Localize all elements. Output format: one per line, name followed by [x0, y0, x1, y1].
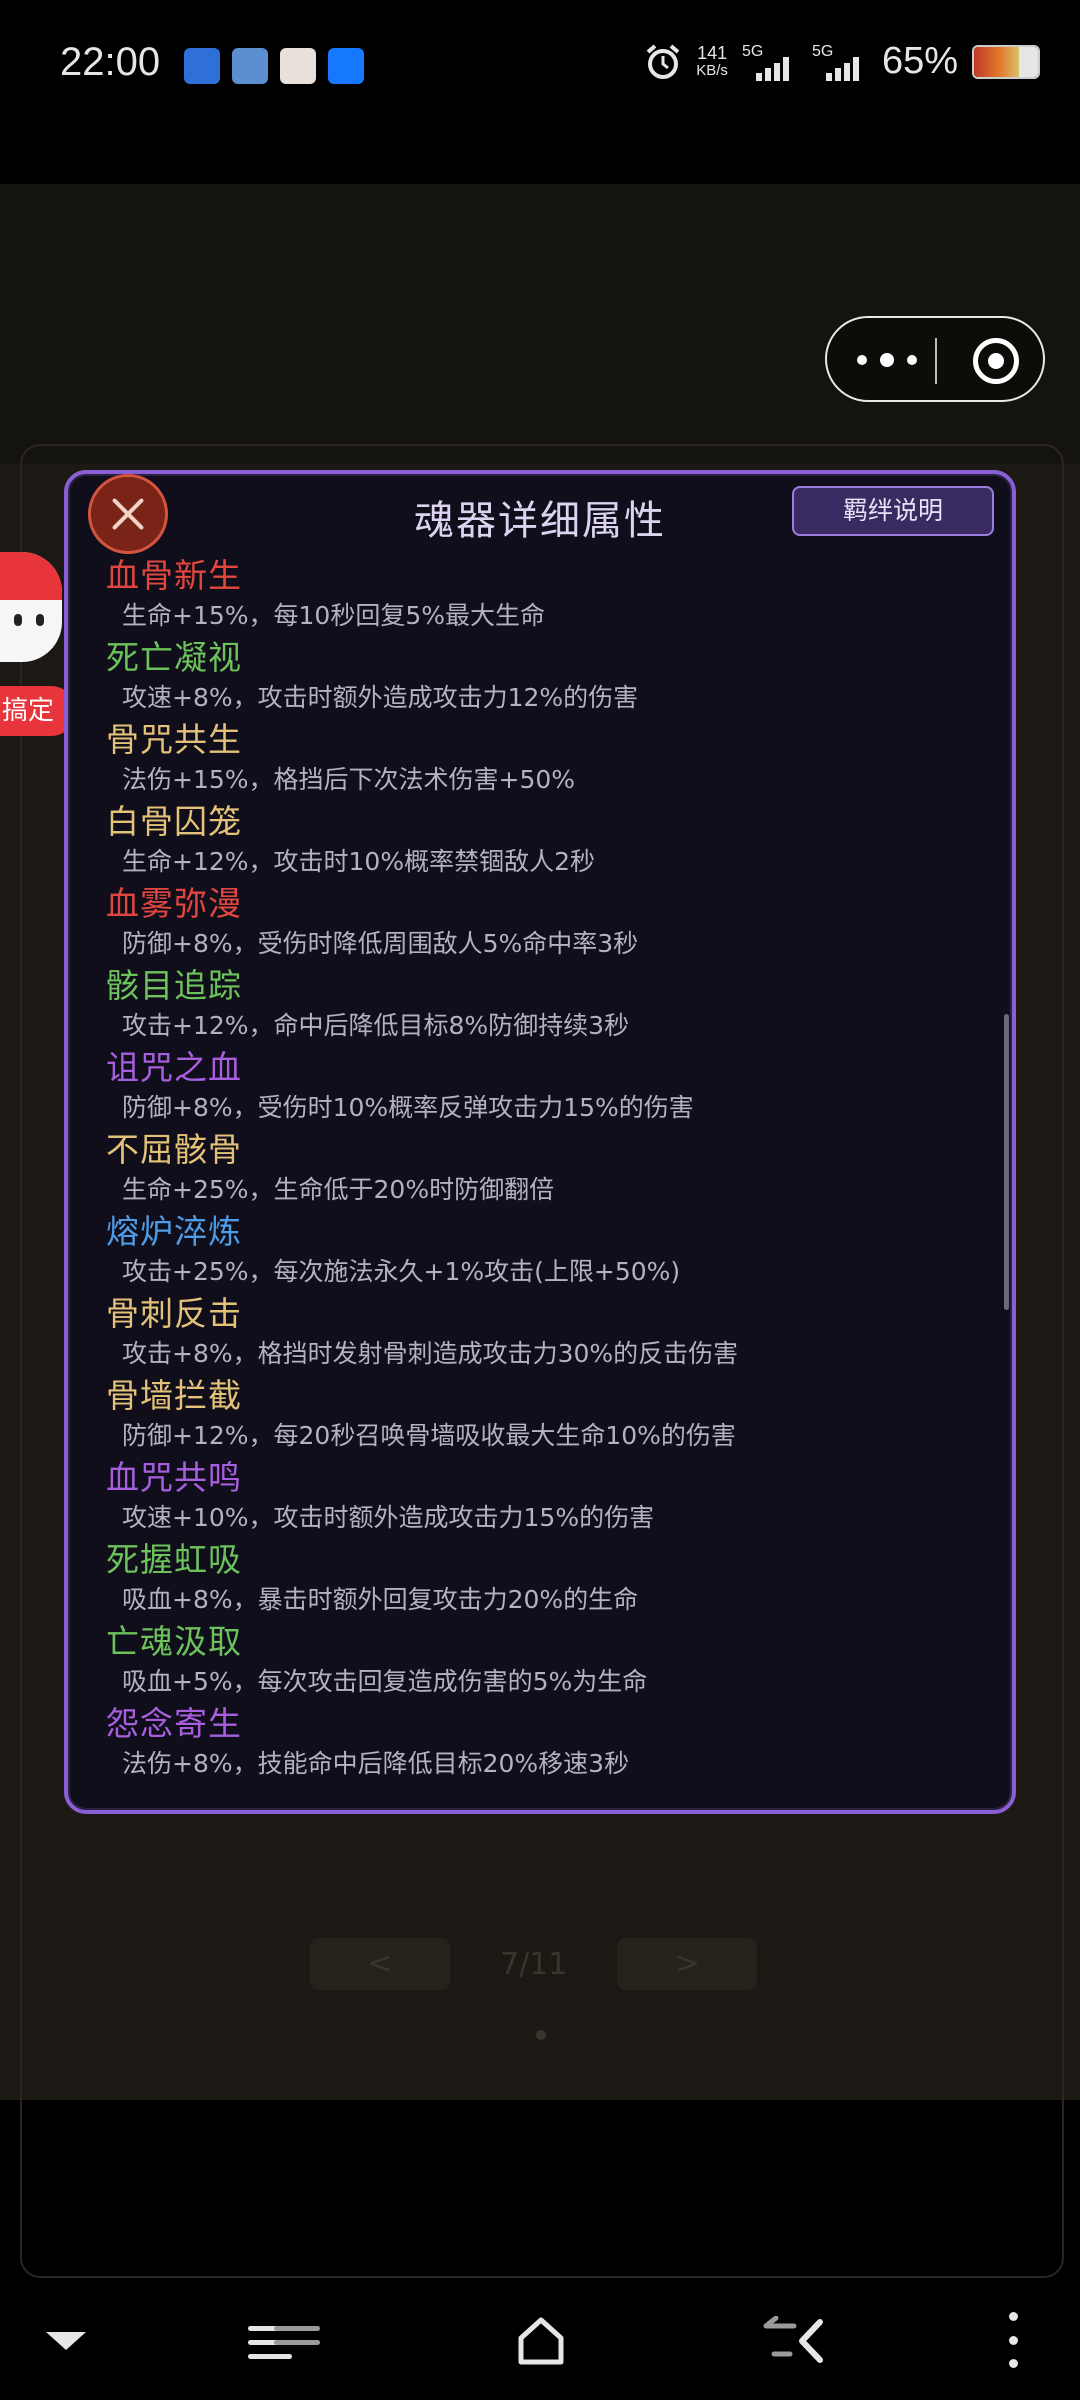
signal-sim2-icon: 5G [812, 43, 868, 81]
net-speed: 141 KB/s [696, 42, 728, 79]
alipay-icon [328, 48, 364, 84]
close-miniprogram-icon[interactable] [973, 338, 1019, 384]
attribute-item: 死亡凝视攻速+8%，攻击时额外造成攻击力12%的伤害 [106, 636, 976, 718]
home-icon[interactable] [516, 2314, 566, 2366]
attribute-item: 亡魂汲取吸血+5%，每次攻击回复造成伤害的5%为生命 [106, 1620, 976, 1702]
alarm-icon [646, 43, 680, 79]
attribute-description: 攻击+25%，每次施法永久+1%攻击(上限+50%) [122, 1257, 681, 1286]
attribute-item: 骨咒共生法伤+15%，格挡后下次法术伤害+50% [106, 718, 976, 800]
mascot-icon [0, 552, 62, 662]
soul-artifact-detail-dialog: 魂器详细属性 羁绊说明 血骨新生 生命+15%，每10秒回复5%最大生命 死亡凝视攻… [64, 470, 1016, 1814]
attribute-description: 吸血+8%，暴击时额外回复攻击力20%的生命 [122, 1585, 639, 1614]
attribute-item: 血雾弥漫防御+8%，受伤时降低周围敌人5%命中率3秒 [106, 882, 976, 964]
attribute-name: 不屈骸骨 [106, 1130, 242, 1169]
attribute-name: 熔炉淬炼 [106, 1212, 242, 1251]
attribute-item: 怨念寄生法伤+8%，技能命中后降低目标20%移速3秒 [106, 1702, 976, 1784]
next-page-button: > [617, 1938, 758, 1990]
signal-sim1-icon: 5G [742, 43, 798, 81]
attribute-description: 生命+15%，每10秒回复5%最大生命 [122, 601, 545, 630]
kebab-icon[interactable] [1008, 2312, 1018, 2368]
attribute-description: 攻速+8%，攻击时额外造成攻击力12%的伤害 [122, 683, 639, 712]
clock: 22:00 [60, 40, 161, 84]
attribute-description: 生命+12%，攻击时10%概率禁锢敌人2秒 [122, 847, 595, 876]
attribute-description: 防御+12%，每20秒召唤骨墙吸收最大生命10%的伤害 [122, 1421, 736, 1450]
attribute-item: 血骨新生生命+15%，每10秒回复5%最大生命 [106, 554, 976, 636]
more-options-icon[interactable] [857, 348, 917, 372]
attribute-description: 攻击+12%，命中后降低目标8%防御持续3秒 [122, 1011, 630, 1040]
attribute-name: 血雾弥漫 [106, 884, 242, 923]
attribute-item: 不屈骸骨生命+25%，生命低于20%时防御翻倍 [106, 1128, 976, 1210]
prev-page-button: < [310, 1938, 450, 1990]
back-icon[interactable] [760, 2316, 826, 2366]
attribute-description: 法伤+8%，技能命中后降低目标20%移速3秒 [122, 1749, 630, 1778]
attribute-name: 骨墙拦截 [106, 1376, 242, 1415]
scrollbar[interactable] [1004, 1014, 1009, 1310]
attribute-name: 白骨囚笼 [106, 802, 242, 841]
attribute-name: 死亡凝视 [106, 638, 242, 677]
notification-icons [184, 48, 364, 84]
app-icon-avatar [280, 48, 316, 84]
attribute-name: 诅咒之血 [106, 1048, 242, 1087]
bond-info-button[interactable]: 羁绊说明 [792, 486, 994, 536]
attribute-name: 血咒共鸣 [106, 1458, 242, 1497]
page-indicator: 7/11 [500, 1946, 568, 1982]
miniprogram-capsule [825, 316, 1045, 402]
attribute-description: 攻击+8%，格挡时发射骨刺造成攻击力30%的反击伤害 [122, 1339, 739, 1368]
battery-percent: 65% [881, 40, 958, 82]
attribute-item: 骨刺反击攻击+8%，格挡时发射骨刺造成攻击力30%的反击伤害 [106, 1292, 976, 1374]
attribute-item: 白骨囚笼生命+12%，攻击时10%概率禁锢敌人2秒 [106, 800, 976, 882]
status-bar: 22:00 141 KB/s 5G 5G 65% [0, 0, 1080, 130]
attribute-description: 法伤+15%，格挡后下次法术伤害+50% [122, 765, 576, 794]
attribute-description: 生命+25%，生命低于20%时防御翻倍 [122, 1175, 555, 1204]
attribute-name: 死握虹吸 [106, 1540, 242, 1579]
app-icon-blue [184, 48, 220, 84]
attribute-item: 诅咒之血防御+8%，受伤时10%概率反弹攻击力15%的伤害 [106, 1046, 976, 1128]
attribute-name: 亡魂汲取 [106, 1622, 242, 1661]
attribute-name: 骨咒共生 [106, 720, 242, 759]
battery-icon [972, 44, 1040, 79]
attribute-description: 攻速+10%，攻击时额外造成攻击力15%的伤害 [122, 1503, 655, 1532]
attribute-description: 防御+8%，受伤时降低周围敌人5%命中率3秒 [122, 929, 639, 958]
navigation-bar [0, 2280, 1080, 2400]
attribute-name: 血骨新生 [106, 556, 242, 595]
chevron-down-icon[interactable] [46, 2332, 86, 2350]
attribute-description: 防御+8%，受伤时10%概率反弹攻击力15%的伤害 [122, 1093, 694, 1122]
background-pager: < 7/11 > [310, 1938, 758, 1990]
app-icon-landscape [232, 48, 268, 84]
attribute-item: 熔炉淬炼攻击+25%，每次施法永久+1%攻击(上限+50%) [106, 1210, 976, 1292]
menu-icon[interactable] [248, 2320, 322, 2366]
floating-mascot[interactable] [0, 552, 62, 676]
attribute-description: 吸血+5%，每次攻击回复造成伤害的5%为生命 [122, 1667, 648, 1696]
attribute-item: 骨墙拦截防御+12%，每20秒召唤骨墙吸收最大生命10%的伤害 [106, 1374, 976, 1456]
attribute-item: 死握虹吸吸血+8%，暴击时额外回复攻击力20%的生命 [106, 1538, 976, 1620]
attribute-name: 怨念寄生 [106, 1704, 242, 1743]
attribute-name: 骸目追踪 [106, 966, 242, 1005]
attribute-item: 骸目追踪攻击+12%，命中后降低目标8%防御持续3秒 [106, 964, 976, 1046]
attribute-item: 血咒共鸣攻速+10%，攻击时额外造成攻击力15%的伤害 [106, 1456, 976, 1538]
attribute-list[interactable]: 血骨新生生命+15%，每10秒回复5%最大生命死亡凝视攻速+8%，攻击时额外造成… [106, 554, 976, 1784]
attribute-name: 骨刺反击 [106, 1294, 242, 1333]
